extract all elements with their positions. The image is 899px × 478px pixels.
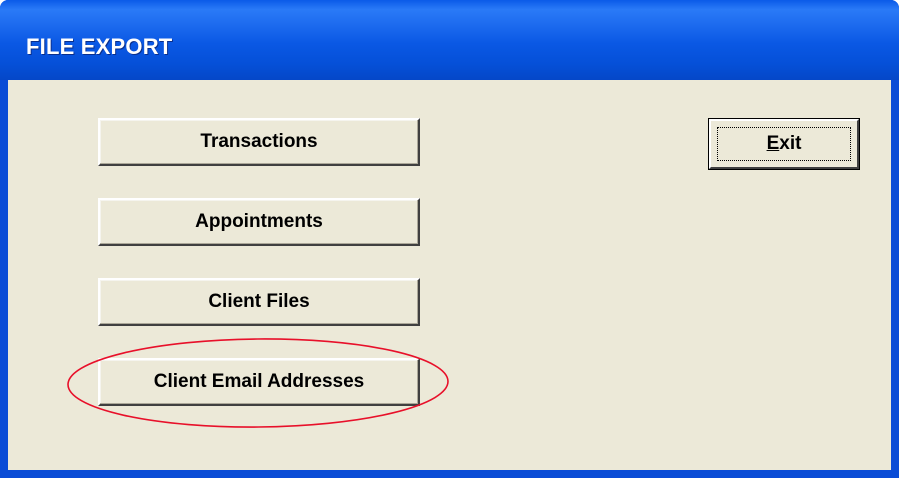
client-email-addresses-button[interactable]: Client Email Addresses [98,358,420,406]
transactions-button-label: Transactions [200,131,318,152]
client-files-button[interactable]: Client Files [98,278,420,326]
exit-label-rest: xit [779,133,802,154]
transactions-button[interactable]: Transactions [98,118,420,166]
appointments-button[interactable]: Appointments [98,198,420,246]
file-export-window: FILE EXPORT Transactions Appointments Cl… [0,0,899,478]
exit-button-face: Exit [709,119,859,169]
exit-button[interactable]: Exit [708,118,860,170]
dialog-body: Transactions Appointments Client Files C… [8,80,891,470]
client-email-addresses-button-label: Client Email Addresses [153,371,365,392]
appointments-button-label: Appointments [195,211,323,232]
exit-mnemonic: E [766,133,780,154]
title-bar[interactable]: FILE EXPORT [0,0,899,80]
client-files-button-label: Client Files [208,291,310,312]
window-title: FILE EXPORT [26,34,173,59]
exit-button-label: Exit [767,133,802,155]
